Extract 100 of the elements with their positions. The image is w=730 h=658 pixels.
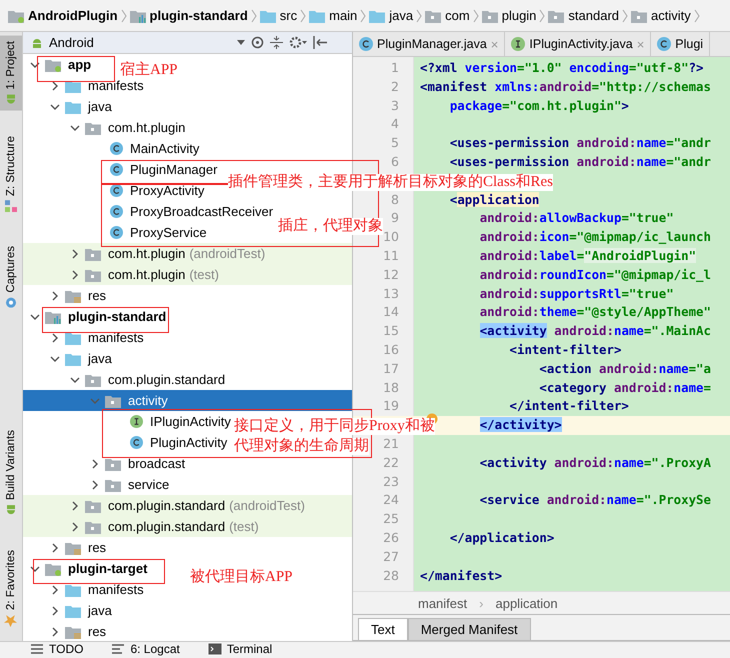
path-item[interactable]: application xyxy=(495,596,558,610)
annotation-text: 插庄，代理对象 xyxy=(278,218,383,235)
tree-item[interactable]: PluginActivity xyxy=(109,432,228,453)
editor-tab[interactable]: PluginManager.java × xyxy=(353,32,506,56)
annotation-text: 接口定义，用于同步Proxy和被 xyxy=(234,418,435,435)
tree-item[interactable]: app xyxy=(29,54,92,75)
code-line: android:label="AndroidPlugin" xyxy=(478,246,696,265)
tool-window-button[interactable]: 6: Logcat xyxy=(111,642,180,656)
tree-item[interactable]: java xyxy=(49,348,112,369)
editor-mode-tab[interactable]: Text xyxy=(358,618,408,640)
tree-item[interactable]: plugin-standard xyxy=(29,306,166,327)
code-line: <uses-permission android:name="andr xyxy=(448,152,711,171)
breadcrumb-item[interactable]: plugin-standard xyxy=(130,8,248,23)
line-number: 28 xyxy=(383,566,399,585)
line-number: 17 xyxy=(383,360,399,378)
tree-item[interactable]: com.plugin.standard xyxy=(69,369,226,390)
breadcrumb-item[interactable]: AndroidPlugin xyxy=(8,8,118,23)
editor-tab[interactable]: Plugi xyxy=(651,32,710,56)
line-number: 12 xyxy=(383,266,399,284)
line-number: 23 xyxy=(383,472,399,491)
line-number: 16 xyxy=(383,340,399,359)
line-number: 22 xyxy=(383,454,399,472)
line-number: 26 xyxy=(383,528,399,547)
line-number: 1 xyxy=(391,59,399,77)
code-line: android:theme="@style/AppTheme" xyxy=(478,303,711,322)
breadcrumb-item[interactable]: main xyxy=(309,8,358,23)
line-number: 14 xyxy=(383,303,399,322)
code-line: </manifest> xyxy=(419,566,502,585)
line-number: 9 xyxy=(391,209,399,228)
code-line: <activity android:name=".ProxyA xyxy=(478,454,711,472)
code-line: <action android:name="a xyxy=(538,360,711,378)
line-number: 27 xyxy=(383,548,399,566)
code-line: package="com.ht.plugin"> xyxy=(448,96,629,115)
tree-item[interactable]: service xyxy=(89,474,170,495)
line-number: 3 xyxy=(391,96,399,115)
line-number: 2 xyxy=(391,78,399,96)
tool-window-tab[interactable]: Captures xyxy=(0,240,22,314)
tree-item[interactable]: res xyxy=(49,285,106,306)
path-separator: › xyxy=(479,596,484,610)
code-line: <intent-filter> xyxy=(508,340,622,359)
tree-item[interactable]: ProxyService xyxy=(89,222,207,243)
line-number: 10 xyxy=(383,228,399,246)
code-line: </application> xyxy=(448,528,554,547)
line-number: 5 xyxy=(391,134,399,152)
code-line: <uses-permission android:name="andr xyxy=(448,134,711,152)
path-item[interactable]: manifest xyxy=(418,596,468,610)
annotation-text: 插件管理类，主要用于解析目标对象的Class和Res xyxy=(228,174,554,191)
annotation-text: 宿主APP xyxy=(120,62,178,79)
code-line: android:allowBackup="true" xyxy=(478,209,674,228)
tree-item[interactable]: PluginManager xyxy=(89,159,218,180)
line-number: 6 xyxy=(391,152,399,171)
breadcrumb-item[interactable]: activity xyxy=(631,8,691,23)
breadcrumb-item[interactable]: standard xyxy=(548,8,620,23)
tree-item[interactable]: ProxyActivity xyxy=(89,180,204,201)
line-number: 13 xyxy=(383,284,399,303)
tree-item[interactable]: manifests xyxy=(49,579,144,600)
tree-item[interactable]: broadcast xyxy=(89,453,186,474)
annotation-text: 代理对象的生命周期 xyxy=(234,438,369,455)
line-number: 4 xyxy=(391,115,399,134)
code-line: android:icon="@mipmap/ic_launch xyxy=(478,228,711,246)
code-line: <manifest xmlns:android="http://schemas xyxy=(419,78,711,96)
breadcrumb-item[interactable]: src xyxy=(260,8,298,23)
line-number: 18 xyxy=(383,378,399,397)
line-number: 8 xyxy=(391,190,399,209)
code-line: android:supportsRtl="true" xyxy=(478,284,674,303)
tree-item[interactable]: plugin-target xyxy=(29,558,148,579)
breadcrumb-item[interactable]: java xyxy=(369,8,414,23)
code-line: <application xyxy=(448,190,540,209)
line-number: 24 xyxy=(383,491,399,510)
line-number: 21 xyxy=(383,434,399,453)
tool-window-button[interactable]: TODO xyxy=(30,642,84,656)
tool-window-button[interactable]: Terminal xyxy=(208,642,272,656)
annotation-text: 被代理目标APP xyxy=(190,569,293,586)
breadcrumb-item[interactable]: com xyxy=(425,8,470,23)
code-line: <activity android:name=".MainAc xyxy=(478,322,711,340)
code-line: <service android:name=".ProxySe xyxy=(478,491,711,510)
tool-window-tab[interactable]: Z: Structure xyxy=(0,130,22,217)
editor-tab[interactable]: IPluginActivity.java × xyxy=(505,32,652,56)
tree-item[interactable]: java xyxy=(49,600,112,621)
tool-window-tab[interactable]: 2: Favorites xyxy=(0,545,22,633)
tree-item[interactable]: IPluginActivity xyxy=(109,411,231,432)
tree-item[interactable]: res xyxy=(49,621,106,641)
code-line: <?xml version="1.0" encoding="utf-8"?> xyxy=(419,59,704,77)
tree-item[interactable]: manifests xyxy=(49,327,144,348)
tool-window-tab[interactable]: Build Variants xyxy=(0,425,22,522)
tree-item[interactable]: ProxyBroadcastReceiver xyxy=(89,201,274,222)
tool-window-tab[interactable]: 1: Project xyxy=(0,36,22,111)
line-number: 19 xyxy=(383,397,399,416)
line-number: 11 xyxy=(383,246,399,265)
tree-item[interactable]: res xyxy=(49,537,106,558)
code-line: <category android:name= xyxy=(538,378,711,397)
breadcrumb-item[interactable]: plugin xyxy=(482,8,536,23)
code-line: </intent-filter> xyxy=(508,397,629,416)
editor-mode-tab[interactable]: Merged Manifest xyxy=(408,618,531,640)
line-number: 15 xyxy=(383,322,399,340)
tree-item[interactable]: java xyxy=(49,96,112,117)
tree-item[interactable]: com.ht.plugin xyxy=(69,117,186,138)
code-line: android:roundIcon="@mipmap/ic_l xyxy=(478,266,711,284)
tree-item[interactable]: MainActivity xyxy=(89,138,200,159)
line-number: 25 xyxy=(383,510,399,528)
